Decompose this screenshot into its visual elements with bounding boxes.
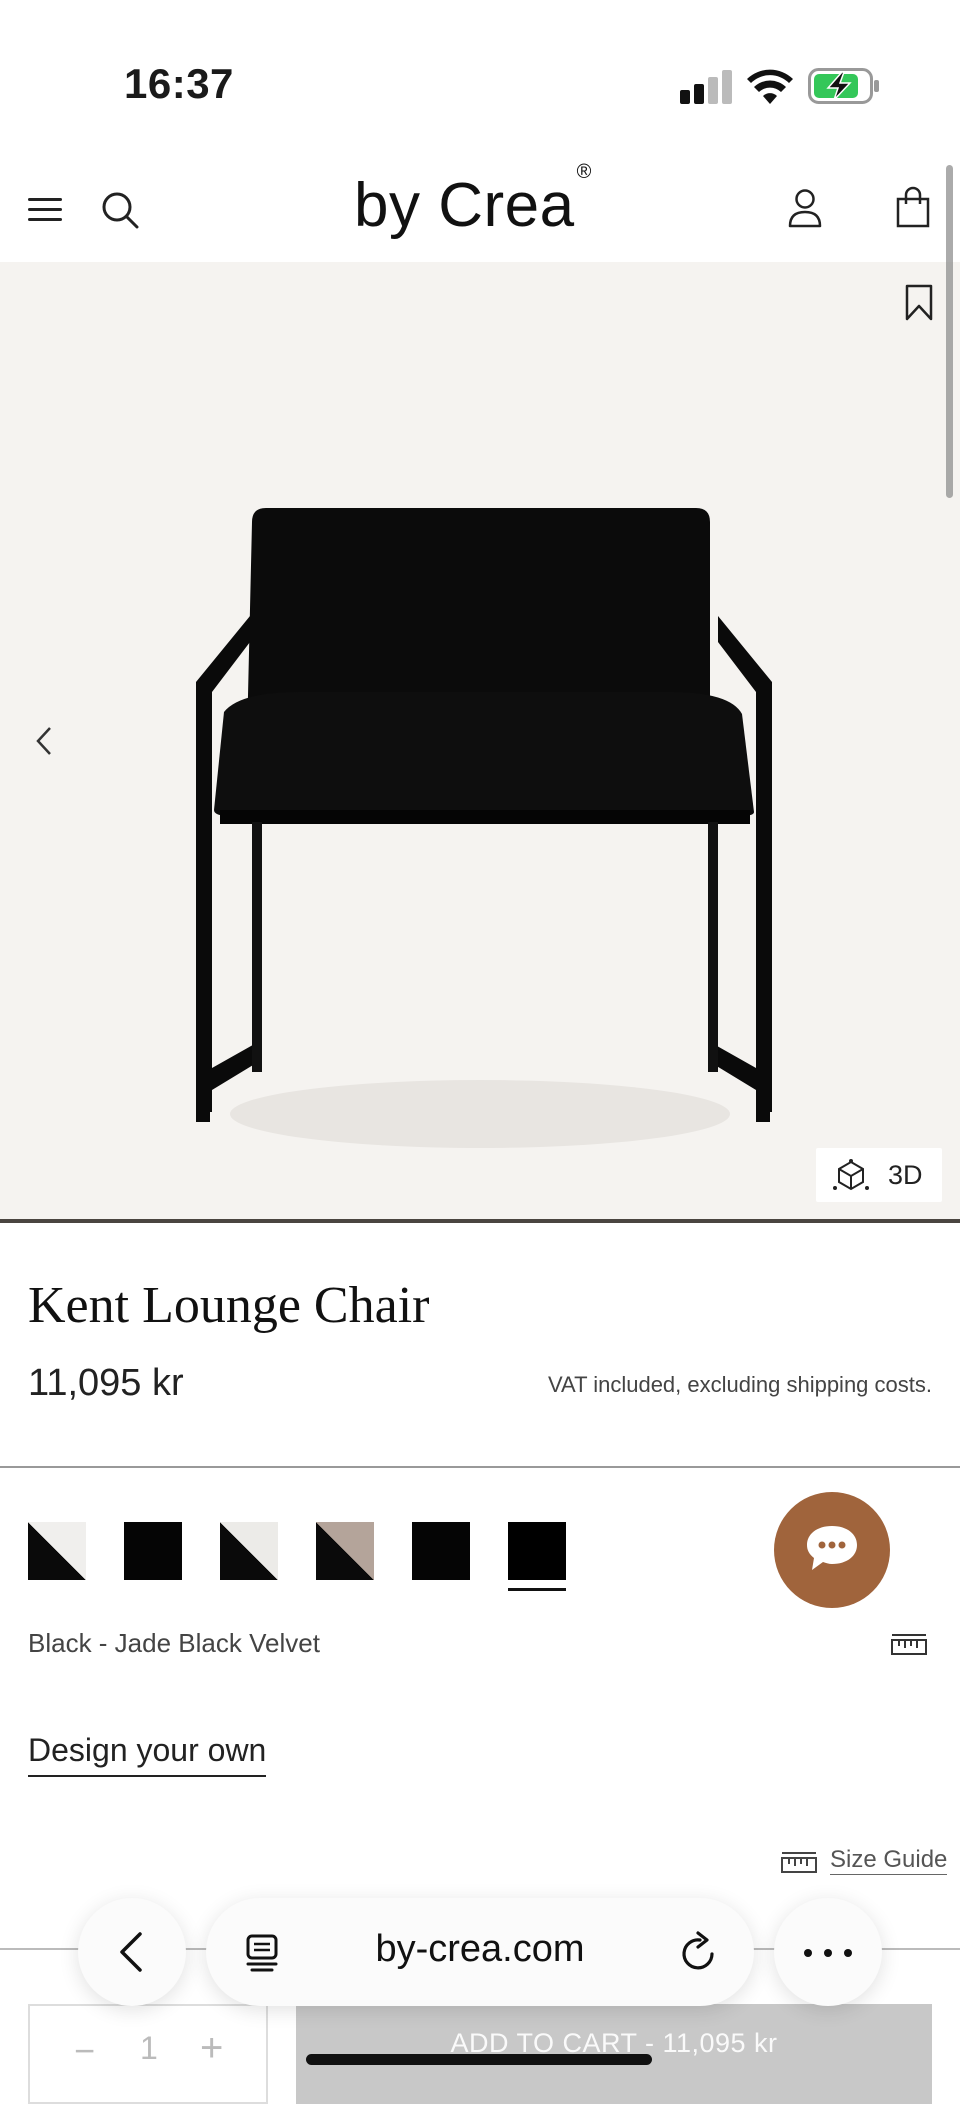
- site-logo[interactable]: by Crea ®: [354, 161, 592, 241]
- color-swatch[interactable]: [316, 1522, 374, 1580]
- search-icon[interactable]: [100, 190, 140, 230]
- color-swatch[interactable]: [124, 1522, 182, 1580]
- logo-text: by Crea: [354, 171, 575, 240]
- battery-charging-icon: [808, 68, 879, 104]
- hamburger-menu-icon[interactable]: [28, 198, 62, 222]
- quantity-value[interactable]: 1: [140, 2030, 158, 2067]
- shopping-bag-icon[interactable]: [896, 186, 930, 228]
- product-title: Kent Lounge Chair: [28, 1277, 430, 1334]
- account-icon[interactable]: [788, 188, 822, 228]
- bookmark-icon[interactable]: [904, 284, 934, 322]
- vat-note: VAT included, excluding shipping costs.: [547, 1372, 932, 1397]
- previous-image-arrow-icon[interactable]: [30, 722, 60, 760]
- product-image-gallery[interactable]: 3D: [0, 262, 960, 1222]
- quantity-stepper: − 1 +: [28, 2004, 268, 2104]
- ruler-icon: [781, 1852, 817, 1873]
- reload-icon[interactable]: [678, 1930, 720, 1974]
- chat-bubble-icon: [807, 1526, 857, 1570]
- browser-back-button[interactable]: [78, 1898, 186, 2006]
- status-time: 16:37: [124, 60, 234, 107]
- back-chevron-icon: [120, 1932, 142, 1972]
- home-indicator: [306, 2054, 652, 2065]
- size-guide-label: Size Guide: [830, 1846, 948, 1875]
- quantity-increase-button[interactable]: +: [200, 2026, 223, 2071]
- status-bar: 16:37: [0, 0, 960, 150]
- page-scroll-indicator: [946, 165, 953, 498]
- color-swatch[interactable]: [412, 1522, 470, 1580]
- more-options-button[interactable]: [774, 1898, 882, 2006]
- selected-variant-label: Black - Jade Black Velvet: [28, 1628, 320, 1658]
- color-swatch[interactable]: [220, 1522, 278, 1580]
- address-bar[interactable]: by-crea.com: [206, 1898, 754, 2006]
- color-swatch[interactable]: [508, 1522, 566, 1591]
- cellular-signal-icon: [680, 70, 732, 104]
- registered-mark: ®: [576, 161, 592, 184]
- wifi-icon: [747, 69, 793, 104]
- chair-product-image: [196, 508, 772, 1148]
- 3d-view-icon: [833, 1159, 869, 1191]
- view-3d-label: 3D: [888, 1160, 923, 1190]
- quantity-decrease-button[interactable]: −: [74, 2030, 95, 2072]
- gallery-progress-bar: [0, 1219, 960, 1223]
- color-swatch[interactable]: [28, 1522, 86, 1580]
- design-your-own-link[interactable]: Design your own: [28, 1732, 267, 1777]
- view-3d-button[interactable]: 3D: [816, 1148, 942, 1202]
- url-text: by-crea.com: [375, 1928, 585, 1970]
- product-price: 11,095 kr: [28, 1362, 184, 1404]
- chat-button[interactable]: [774, 1492, 890, 1608]
- section-divider: [0, 1466, 960, 1468]
- site-header: by Crea ®: [0, 150, 960, 262]
- ruler-icon[interactable]: [890, 1632, 928, 1658]
